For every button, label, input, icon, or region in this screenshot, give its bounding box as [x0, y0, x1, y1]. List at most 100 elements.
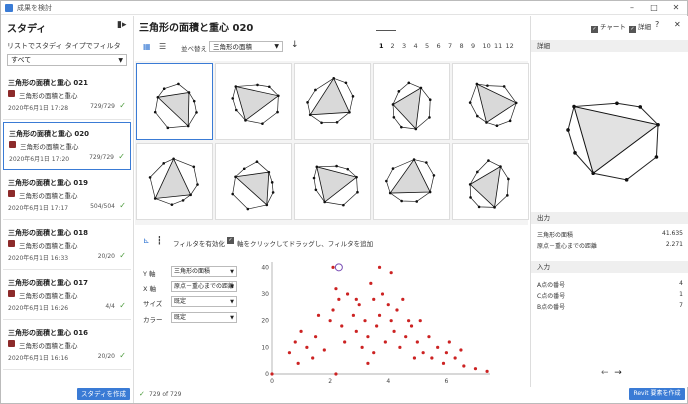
- x-tick-label: 2: [328, 378, 332, 385]
- study-type-icon: [8, 190, 15, 197]
- page-5[interactable]: 5: [425, 42, 429, 50]
- detail-preview: [566, 101, 660, 182]
- study-type: 三角形の面積と重心: [19, 292, 78, 300]
- vertex-point: [419, 86, 423, 90]
- y-tick-label: 20: [261, 318, 269, 325]
- page-10[interactable]: 10: [483, 42, 491, 50]
- x-axis-select[interactable]: 原点－重心までの距離 ▼: [171, 281, 237, 292]
- selected-point-marker: [334, 263, 343, 272]
- vertex-point: [261, 122, 264, 125]
- data-point: [383, 340, 387, 344]
- create-revit-elements-button[interactable]: Revit 要素を作成: [629, 388, 685, 400]
- size-select[interactable]: 既定 ▼: [171, 296, 237, 307]
- result-thumbnail[interactable]: [452, 143, 529, 220]
- color-select[interactable]: 既定 ▼: [171, 312, 237, 323]
- chevron-down-icon: ▼: [230, 269, 234, 275]
- maximize-icon[interactable]: □: [643, 1, 665, 15]
- vertex-point: [276, 110, 279, 114]
- page-1[interactable]: 1: [379, 42, 384, 50]
- vertex-point: [388, 191, 392, 195]
- study-name: 三角形の面積と重心 018: [8, 229, 89, 237]
- page-8[interactable]: 8: [460, 42, 464, 50]
- previous-icon[interactable]: ←: [601, 368, 609, 378]
- vertex-point: [397, 90, 401, 93]
- close-icon[interactable]: ✕: [665, 1, 687, 15]
- page-11[interactable]: 11: [494, 42, 502, 50]
- study-name: 三角形の面積と重心 020: [9, 130, 90, 138]
- triangle: [573, 105, 660, 175]
- data-point: [436, 345, 440, 349]
- study-item[interactable]: 三角形の面積と重心 019 三角形の面積と重心 2020年6月1日 17:17 …: [3, 172, 131, 220]
- detail-toggle[interactable]: ✓ 詳細: [629, 21, 651, 33]
- data-point: [453, 356, 457, 360]
- vertex-point: [308, 113, 312, 117]
- result-thumbnail[interactable]: [373, 63, 450, 140]
- check-icon: ✓: [119, 301, 126, 310]
- thumbnail-drawing: [385, 158, 436, 203]
- page-7[interactable]: 7: [448, 42, 452, 50]
- next-icon[interactable]: →: [614, 368, 622, 378]
- study-date: 2020年6月1日 17:17: [8, 205, 69, 212]
- y-axis-select[interactable]: 三角形の面積 ▼: [171, 266, 237, 277]
- kv-key: C点の番号: [537, 293, 566, 300]
- list-view-icon[interactable]: ☰: [159, 42, 166, 51]
- filter-label: リストでスタディ タイプでフィルタ: [7, 42, 121, 50]
- page-4[interactable]: 4: [414, 42, 418, 50]
- thumbnail-drawing: [231, 83, 280, 125]
- close-panel-icon[interactable]: ✕: [674, 20, 681, 29]
- filter-enable-checkbox[interactable]: ✓: [227, 237, 234, 244]
- result-thumbnail[interactable]: [215, 143, 292, 220]
- data-point: [485, 369, 489, 373]
- study-item[interactable]: 三角形の面積と重心 018 三角形の面積と重心 2020年6月1日 16:33 …: [3, 222, 131, 270]
- chart-toggle[interactable]: ✓ チャート: [591, 21, 626, 33]
- result-thumbnail[interactable]: [452, 63, 529, 140]
- study-type: 三角形の面積と重心: [20, 143, 79, 151]
- vertex-point: [477, 205, 481, 209]
- study-item[interactable]: 三角形の面積と重心 017 三角形の面積と重心 2020年6月1日 16:26 …: [3, 272, 131, 320]
- section-input: 入力: [531, 261, 688, 273]
- data-point: [366, 335, 370, 339]
- vertex-point: [485, 121, 488, 124]
- vertex-point: [572, 104, 576, 109]
- vertex-point: [414, 127, 418, 131]
- page-6[interactable]: 6: [437, 42, 441, 50]
- data-point: [345, 292, 350, 296]
- vertex-point: [624, 178, 629, 182]
- page-2[interactable]: 2: [391, 42, 395, 50]
- minimize-icon[interactable]: –: [621, 1, 643, 15]
- page-9[interactable]: 9: [471, 42, 475, 50]
- vertex-point: [255, 160, 259, 163]
- study-item[interactable]: 三角形の面積と重心 021 三角形の面積と重心 2020年6月1日 17:28 …: [3, 72, 131, 120]
- sort-direction-icon[interactable]: ↓: [291, 40, 299, 50]
- result-thumbnail[interactable]: [294, 143, 371, 220]
- check-icon: ✓: [119, 251, 126, 260]
- scatter-plot-icon[interactable]: ⊾: [143, 236, 150, 245]
- create-study-button[interactable]: スタディを作成: [77, 388, 130, 400]
- panel-heading: スタディ: [7, 24, 47, 35]
- page-3[interactable]: 3: [402, 42, 406, 50]
- nav-arrows: ← →: [601, 368, 622, 378]
- result-thumbnail[interactable]: [136, 143, 213, 220]
- page-12[interactable]: 12: [506, 42, 514, 50]
- kv-key: 三角形の面積: [537, 232, 574, 239]
- result-thumbnail[interactable]: [294, 63, 371, 140]
- vertex-point: [412, 158, 416, 161]
- study-item[interactable]: 三角形の面積と重心 016 三角形の面積と重心 2020年6月1日 16:16 …: [3, 322, 131, 370]
- data-point: [287, 351, 292, 355]
- result-thumbnail[interactable]: [215, 63, 292, 140]
- scatter-chart[interactable]: 0 2 4 6 0 10 20 30 40: [260, 256, 495, 388]
- vertex-point: [162, 87, 166, 91]
- sort-select[interactable]: 三角形の面積 ▼: [209, 41, 283, 52]
- study-type-filter[interactable]: すべて ▼: [7, 54, 127, 66]
- data-point: [372, 351, 376, 355]
- result-thumbnail[interactable]: [373, 143, 450, 220]
- collapse-panel-icon[interactable]: ▮▸: [117, 21, 127, 30]
- study-item[interactable]: 三角形の面積と重心 020 三角形の面積と重心 2020年6月1日 17:20 …: [3, 122, 131, 170]
- vertex-point: [469, 196, 472, 199]
- help-icon[interactable]: ?: [655, 20, 659, 29]
- result-thumbnail[interactable]: [136, 63, 213, 140]
- grid-view-icon[interactable]: ▦: [143, 42, 151, 51]
- parallel-coordinates-icon[interactable]: ┇: [157, 236, 162, 245]
- vertex-point: [320, 121, 323, 125]
- data-point: [305, 345, 309, 349]
